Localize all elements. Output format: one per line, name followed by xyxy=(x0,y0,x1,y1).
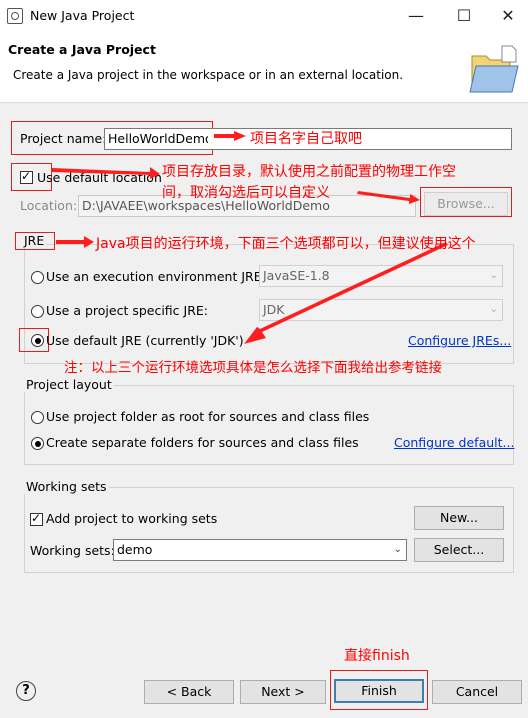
wizard-title: Create a Java Project xyxy=(8,42,156,57)
annotation-jre: Java项目的运行环境，下面三个选项都可以，但建议使用这个 xyxy=(96,236,476,252)
use-default-location-checkbox[interactable] xyxy=(20,169,33,184)
jre-specific-label: Use a project specific JRE: xyxy=(46,303,208,318)
layout-root-label: Use project folder as root for sources a… xyxy=(46,409,370,424)
jre-env-combo[interactable]: JavaSE-1.8 ⌄ xyxy=(259,265,503,287)
eclipse-app-icon xyxy=(7,8,23,24)
finish-button[interactable]: Finish xyxy=(334,679,424,703)
use-default-location-label: Use default location xyxy=(37,170,162,185)
jre-env-label: Use an execution environment JRE: xyxy=(46,269,266,284)
jre-specific-value: JDK xyxy=(263,302,285,317)
wizard-header: Create a Java Project Create a Java proj… xyxy=(0,32,528,103)
project-name-label: Project name: xyxy=(20,131,107,146)
chevron-down-icon: ⌄ xyxy=(489,304,498,315)
layout-separate-label: Create separate folders for sources and … xyxy=(46,435,359,450)
working-sets-field-label: Working sets: xyxy=(30,543,115,558)
annotation-finish: 直接finish xyxy=(344,648,410,664)
help-icon[interactable]: ? xyxy=(16,681,36,701)
configure-default-link[interactable]: Configure default... xyxy=(394,435,514,450)
working-sets-combo[interactable]: demo ⌄ xyxy=(113,539,407,561)
browse-button[interactable]: Browse... xyxy=(424,192,508,216)
minimize-icon[interactable]: — xyxy=(396,4,436,28)
maximize-icon[interactable]: ☐ xyxy=(444,4,484,28)
working-sets-value: demo xyxy=(117,542,153,557)
annotation-location-line1: 项目存放目录，默认使用之前配置的物理工作空 xyxy=(162,164,456,180)
jre-env-radio[interactable] xyxy=(31,271,44,284)
location-label: Location: xyxy=(20,198,78,213)
project-layout-label: Project layout xyxy=(24,377,114,392)
window-title: New Java Project xyxy=(30,8,135,23)
jre-group-label: JRE xyxy=(22,233,47,248)
cancel-button[interactable]: Cancel xyxy=(432,680,522,704)
annotation-jre-note: 注：以上三个运行环境选项具体是怎么选择下面我给出参考链接 xyxy=(64,360,442,376)
chevron-down-icon: ⌄ xyxy=(393,544,402,555)
chevron-down-icon: ⌄ xyxy=(489,270,498,281)
add-to-working-sets-label: Add project to working sets xyxy=(46,511,218,526)
layout-separate-radio[interactable] xyxy=(31,437,44,450)
layout-root-radio[interactable] xyxy=(31,411,44,424)
jre-specific-radio[interactable] xyxy=(31,305,44,318)
new-working-set-button[interactable]: New... xyxy=(414,506,504,530)
jre-env-value: JavaSE-1.8 xyxy=(263,268,330,283)
close-icon[interactable]: ✕ xyxy=(488,4,528,28)
project-layout-group xyxy=(24,385,514,465)
add-to-working-sets-checkbox[interactable] xyxy=(30,511,43,526)
jre-specific-combo[interactable]: JDK ⌄ xyxy=(259,299,503,321)
select-working-set-button[interactable]: Select... xyxy=(414,538,504,562)
annotation-location-line2: 间，取消勾选后可以自定义 xyxy=(162,185,330,201)
next-button[interactable]: Next > xyxy=(240,680,326,704)
configure-jres-link[interactable]: Configure JREs... xyxy=(408,333,511,348)
jre-default-radio[interactable] xyxy=(31,334,44,347)
wizard-description: Create a Java project in the workspace o… xyxy=(13,68,404,82)
working-sets-label: Working sets xyxy=(24,479,109,494)
java-project-folder-icon xyxy=(469,45,519,93)
back-button[interactable]: < Back xyxy=(144,680,234,704)
title-bar: New Java Project — ☐ ✕ xyxy=(0,0,528,32)
annotation-project-name: 项目名字自己取吧 xyxy=(250,131,362,147)
project-name-input[interactable]: HelloWorldDemo xyxy=(104,128,213,150)
jre-default-label: Use default JRE (currently 'JDK') xyxy=(46,333,244,348)
